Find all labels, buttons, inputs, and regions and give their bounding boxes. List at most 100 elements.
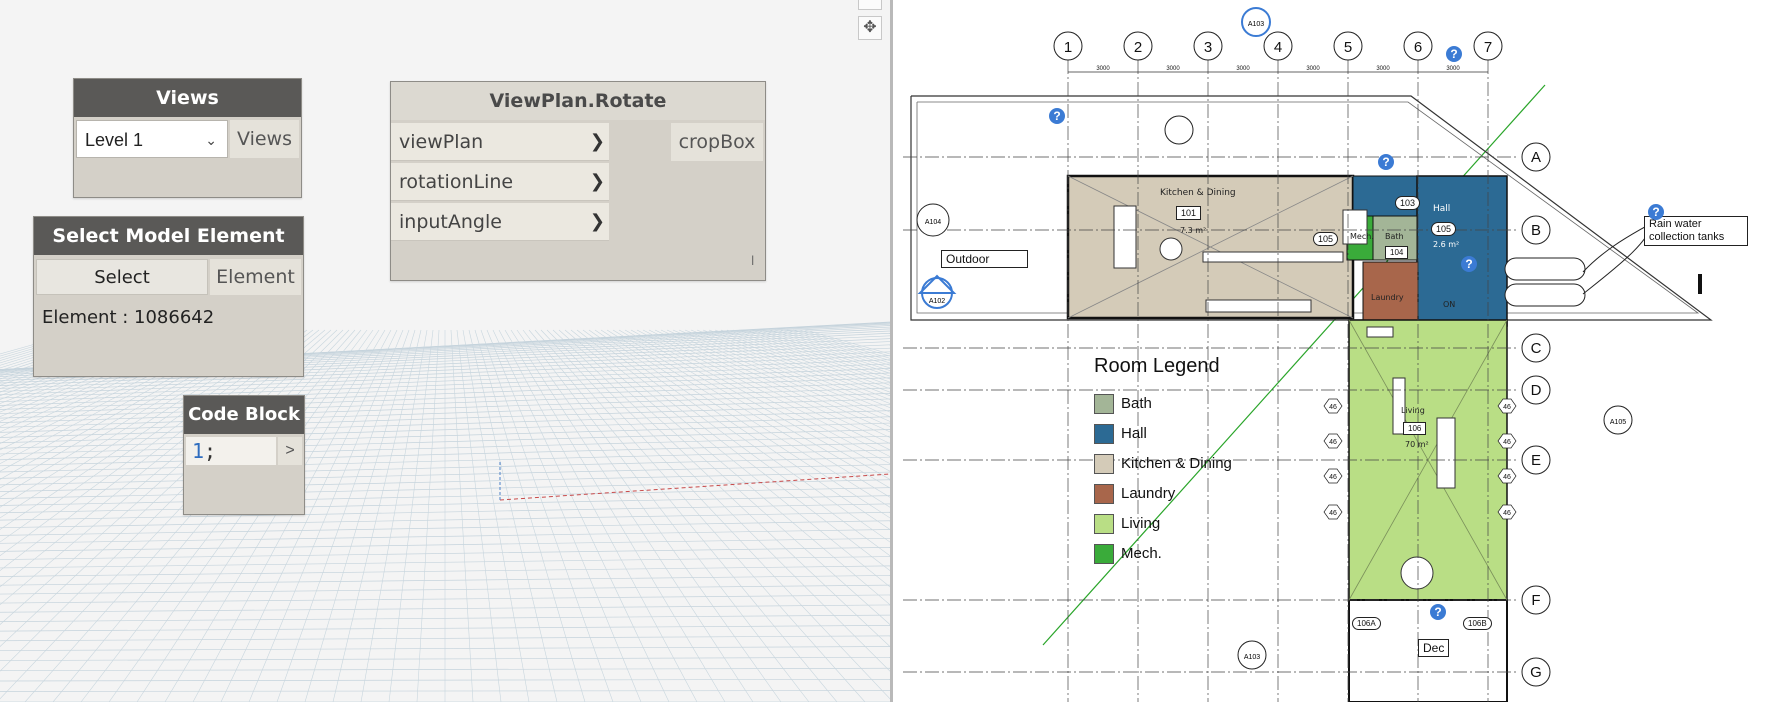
node-title: Views xyxy=(74,79,301,117)
node-title: Select Model Element xyxy=(34,217,303,255)
grid-label-C: C xyxy=(1531,340,1542,357)
help-icon[interactable]: ? xyxy=(1430,604,1446,620)
kitchen-area: 7.3 m² xyxy=(1180,226,1207,235)
legend-label: Laundry xyxy=(1121,485,1176,502)
leader-line xyxy=(1582,221,1652,295)
input-port-rotationline[interactable]: rotationLine ❯ xyxy=(391,163,609,201)
hall-number: 105 xyxy=(1431,222,1457,236)
bath-tag: Bath xyxy=(1385,232,1404,241)
room-laundry xyxy=(1362,261,1419,323)
grid-label-D: D xyxy=(1531,382,1542,399)
grid-label-B: B xyxy=(1531,222,1541,239)
section-label: A103 xyxy=(1244,654,1260,661)
help-icon[interactable]: ? xyxy=(1378,154,1394,170)
grid-label-7: 7 xyxy=(1484,39,1492,56)
kitchen-counter xyxy=(1202,251,1344,263)
wall-end xyxy=(1698,274,1702,294)
hall-label: Hall xyxy=(1433,204,1451,214)
bath-tag-number: 104 xyxy=(1385,246,1409,259)
grid-label-3: 3 xyxy=(1204,39,1212,56)
grid-label-E: E xyxy=(1531,452,1541,469)
legend-swatch xyxy=(1094,514,1114,534)
elevation-symbol-a105: A105 xyxy=(1603,405,1633,435)
round-table xyxy=(1400,556,1434,590)
help-icon[interactable]: ? xyxy=(1461,256,1477,272)
output-port-element[interactable]: Element xyxy=(210,259,301,295)
help-icon[interactable]: ? xyxy=(1049,108,1065,124)
views-dropdown[interactable]: Level 1 ⌄ xyxy=(76,120,228,158)
code-block-node[interactable]: Code Block 1; > xyxy=(183,395,305,515)
dimension-label: 3000 xyxy=(1096,66,1110,72)
elevation-106b: 106B xyxy=(1463,617,1492,630)
section-label: A104 xyxy=(925,219,941,226)
wall-tag-label: 46 xyxy=(1329,439,1337,446)
output-port-views[interactable]: Views xyxy=(230,120,299,158)
help-icon[interactable]: ? xyxy=(1446,46,1462,62)
kitchen-label: Kitchen & Dining xyxy=(1160,188,1236,198)
grid-label-4: 4 xyxy=(1274,39,1282,56)
wall-tag-label: 46 xyxy=(1503,404,1511,411)
wall-tag-label: 46 xyxy=(1329,510,1337,517)
section-symbol-a102: A102 xyxy=(917,274,957,309)
deck-tag: Dec xyxy=(1418,639,1450,657)
living-label: Living xyxy=(1401,406,1425,415)
output-port-cropbox[interactable]: cropBox xyxy=(671,123,763,161)
chevron-right-icon: ❯ xyxy=(589,131,605,152)
rain-water-note: Rain water collection tanks xyxy=(1644,216,1748,246)
laundry-label: Laundry xyxy=(1371,293,1404,302)
input-port-viewplan[interactable]: viewPlan ❯ xyxy=(391,123,609,161)
legend-label: Mech. xyxy=(1121,545,1162,562)
north-marker xyxy=(1164,115,1194,145)
wall-tag-label: 46 xyxy=(1503,510,1511,517)
legend-swatch xyxy=(1094,484,1114,504)
chevron-right-icon: ❯ xyxy=(589,171,605,192)
input-port-inputangle[interactable]: inputAngle ❯ xyxy=(391,203,609,241)
living-number: 106 xyxy=(1403,422,1427,435)
kitchen-island xyxy=(1205,299,1312,313)
grid-label-G: G xyxy=(1530,664,1542,681)
legend-label: Hall xyxy=(1121,425,1147,442)
elevation-106a: 106A xyxy=(1352,617,1381,630)
wall-tag-label: 46 xyxy=(1503,439,1511,446)
legend-label: Living xyxy=(1121,515,1161,532)
move-icon[interactable]: ✥ xyxy=(858,16,882,40)
section-label: A105 xyxy=(1610,419,1626,426)
elevation-symbol-a103: A103 xyxy=(1237,640,1267,670)
wall-tag-label: 46 xyxy=(1329,404,1337,411)
select-model-element-node[interactable]: Select Model Element Select Element Elem… xyxy=(33,216,304,377)
viewplan-rotate-node[interactable]: ViewPlan.Rotate viewPlan ❯ rotationLine … xyxy=(390,81,766,281)
port-label: rotationLine xyxy=(399,171,514,193)
port-label: viewPlan xyxy=(399,131,484,153)
revit-floor-plan-view[interactable]: 1 2 3 4 5 6 7 A B C D E F G 3000 3000 3000 3000 3000 3000… xyxy=(893,0,1787,702)
room-legend-title: Room Legend xyxy=(1094,355,1220,377)
section-symbol-a104: A104 xyxy=(916,203,950,237)
views-node[interactable]: Views Level 1 ⌄ Views xyxy=(73,78,302,198)
code-semicolon: ; xyxy=(204,439,217,463)
grid-label-A: A xyxy=(1531,149,1541,166)
dimension-label: 3000 xyxy=(1446,66,1460,72)
leader-line xyxy=(1582,221,1652,273)
selected-element-value: Element : 1086642 xyxy=(42,307,215,328)
zoom-button[interactable] xyxy=(858,0,882,10)
node-footer-mark: l xyxy=(751,254,755,268)
legend-swatch xyxy=(1094,454,1114,474)
help-icon[interactable]: ? xyxy=(1648,204,1664,220)
select-button[interactable]: Select xyxy=(36,259,208,295)
grid-label-2: 2 xyxy=(1134,39,1142,56)
wall-tag-label: 46 xyxy=(1329,474,1337,481)
node-title: Code Block xyxy=(184,396,304,434)
dining-table xyxy=(1113,205,1137,269)
section-label: A102 xyxy=(929,298,945,305)
code-input[interactable]: 1; xyxy=(186,437,276,465)
grid-label-5: 5 xyxy=(1344,39,1352,56)
section-symbol-a103-top: A103 xyxy=(1241,7,1271,37)
living-area: 70 m² xyxy=(1405,440,1429,449)
port-label: inputAngle xyxy=(399,211,502,233)
legend-swatch xyxy=(1094,424,1114,444)
output-port-code[interactable]: > xyxy=(278,437,302,465)
chevron-down-icon: ⌄ xyxy=(205,132,217,148)
grid-label-1: 1 xyxy=(1064,39,1072,56)
dynamo-canvas[interactable]: Views Level 1 ⌄ Views ViewPlan.Rotate vi… xyxy=(0,0,890,702)
dimension-label: 3000 xyxy=(1236,66,1250,72)
kitchen-number: 101 xyxy=(1176,206,1202,220)
